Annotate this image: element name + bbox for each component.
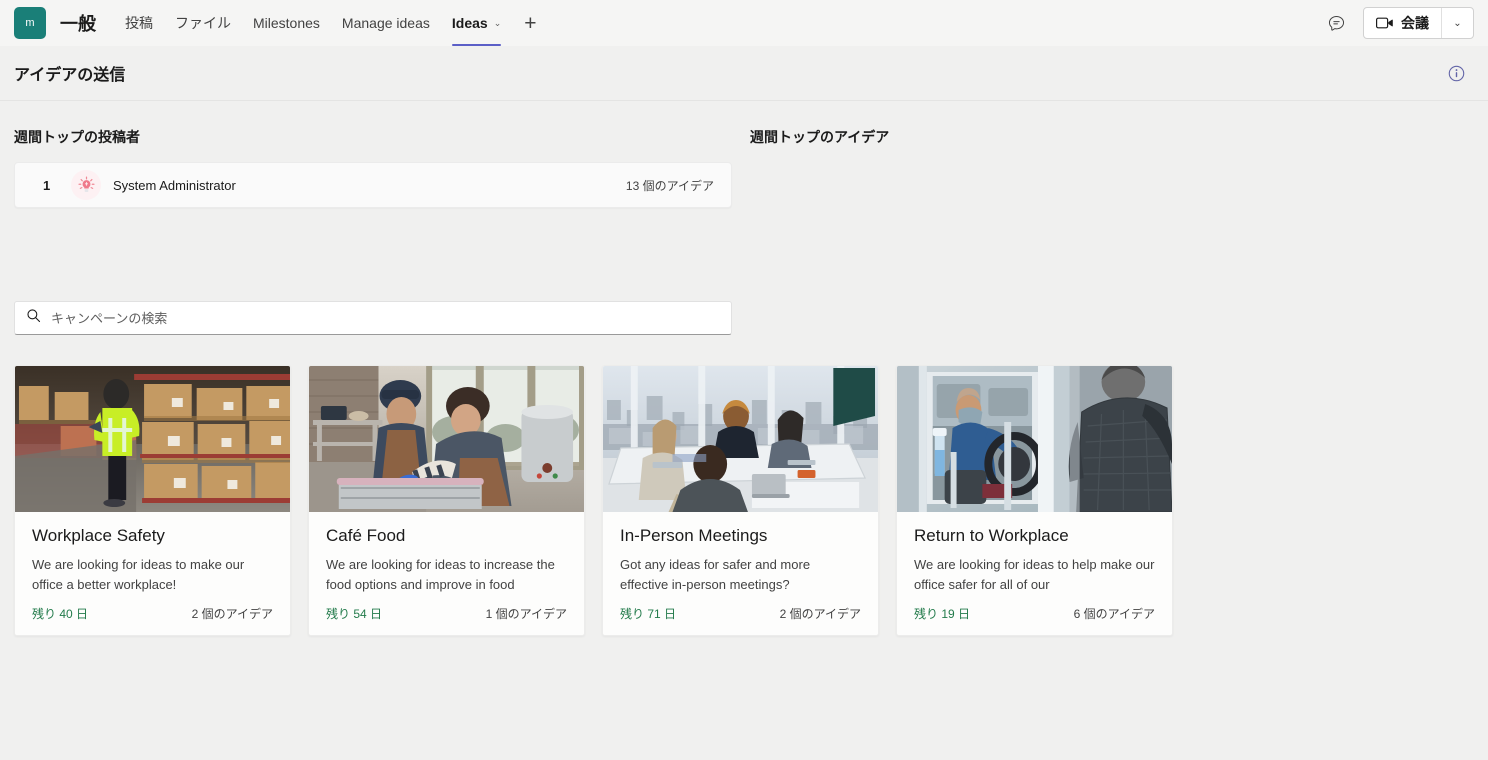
info-icon[interactable] <box>1447 64 1466 83</box>
page-title: アイデアの送信 <box>14 67 126 84</box>
tab-posts-label: 投稿 <box>125 15 153 31</box>
leaderboard-idea-count: 13 個のアイデア <box>625 178 714 193</box>
campaign-title: Café Food <box>326 526 406 545</box>
channel-name: 一般 <box>60 14 96 34</box>
tab-ideas-label: Ideas <box>451 15 488 31</box>
campaign-card[interactable]: Return to Workplace We are looking for i… <box>896 365 1173 637</box>
video-camera-icon <box>1376 17 1393 29</box>
leaderboard-rank: 1 <box>43 177 51 193</box>
search-input[interactable] <box>51 310 720 326</box>
campaign-days-left: 残り 40 日 <box>32 607 89 622</box>
main-content: 週間トップの投稿者 1 System Administrator 13 個のアイ… <box>0 101 1488 637</box>
top-contributors-section: 週間トップの投稿者 1 System Administrator 13 個のアイ… <box>14 127 732 208</box>
top-contributors-title: 週間トップの投稿者 <box>14 129 140 145</box>
top-ideas-section: 週間トップのアイデア <box>750 127 1474 208</box>
campaign-idea-count: 6 個のアイデア <box>1073 607 1155 622</box>
cafe-kitchen-photo <box>309 366 584 512</box>
campaign-days-left: 残り 19 日 <box>914 607 971 622</box>
campaign-idea-count: 2 個のアイデア <box>779 607 861 622</box>
leaderboard-user-name: System Administrator <box>113 177 236 193</box>
tab-milestones[interactable]: Milestones <box>242 0 331 46</box>
app-header: アイデアの送信 <box>0 46 1488 101</box>
conference-room-photo <box>603 366 878 512</box>
campaign-title: In-Person Meetings <box>620 526 768 545</box>
summary-columns: 週間トップの投稿者 1 System Administrator 13 個のアイ… <box>14 127 1474 208</box>
tab-files[interactable]: ファイル <box>164 0 242 46</box>
campaign-days-left: 残り 71 日 <box>620 607 677 622</box>
campaign-meta: 残り 40 日 2 個のアイデア <box>32 605 273 622</box>
tab-ideas[interactable]: Ideas ⌄ <box>441 0 512 46</box>
meet-options-chevron-icon[interactable]: ⌄ <box>1441 8 1473 38</box>
campaign-idea-count: 1 個のアイデア <box>485 607 567 622</box>
campaign-card[interactable]: Café Food We are looking for ideas to in… <box>308 365 585 637</box>
chevron-down-icon[interactable]: ⌄ <box>494 18 502 28</box>
top-ideas-title: 週間トップのアイデア <box>750 129 890 145</box>
tab-manage-ideas-label: Manage ideas <box>341 15 430 31</box>
channel-tab-bar: m 一般 投稿 ファイル Milestones Manage ideas Ide… <box>0 0 1488 46</box>
add-tab-button[interactable]: + <box>512 13 548 34</box>
campaign-idea-count: 2 個のアイデア <box>191 607 273 622</box>
lightbulb-icon <box>71 170 101 200</box>
tab-list: 投稿 ファイル Milestones Manage ideas Ideas ⌄ … <box>114 0 549 46</box>
tab-milestones-label: Milestones <box>253 15 320 31</box>
campaign-description: We are looking for ideas to increase the… <box>326 557 555 592</box>
chat-bubble-icon[interactable] <box>1321 8 1351 38</box>
campaign-days-left: 残り 54 日 <box>326 607 383 622</box>
tab-manage-ideas[interactable]: Manage ideas <box>331 0 441 46</box>
warehouse-worker-photo <box>15 366 290 512</box>
campaign-card[interactable]: In-Person Meetings Got any ideas for saf… <box>602 365 879 637</box>
campaign-meta: 残り 71 日 2 個のアイデア <box>620 605 861 622</box>
campaign-title: Workplace Safety <box>32 526 165 545</box>
campaign-card-body: Café Food We are looking for ideas to in… <box>309 512 584 635</box>
campaign-card-body: In-Person Meetings Got any ideas for saf… <box>603 512 878 635</box>
campaign-description: Got any ideas for safer and more effecti… <box>620 557 811 592</box>
campaign-description: We are looking for ideas to help make ou… <box>914 557 1155 592</box>
campaign-title: Return to Workplace <box>914 526 1069 545</box>
meet-now-label: 会議 <box>1401 15 1429 31</box>
team-avatar[interactable]: m <box>14 7 46 39</box>
search-icon <box>26 308 41 328</box>
tab-posts[interactable]: 投稿 <box>114 0 164 46</box>
bus-driver-photo <box>897 366 1172 512</box>
tab-files-label: ファイル <box>175 15 231 31</box>
meet-now-button[interactable]: 会議 <box>1364 8 1441 38</box>
campaign-meta: 残り 54 日 1 個のアイデア <box>326 605 567 622</box>
leaderboard-row[interactable]: 1 System Administrator 13 個のアイデア <box>14 162 732 208</box>
search-section <box>14 301 1474 335</box>
topbar-actions: 会議 ⌄ <box>1321 7 1474 39</box>
campaign-description: We are looking for ideas to make our off… <box>32 557 245 592</box>
campaign-card-list: Workplace Safety We are looking for idea… <box>14 365 1474 637</box>
campaign-card-body: Return to Workplace We are looking for i… <box>897 512 1172 635</box>
campaign-search-box[interactable] <box>14 301 732 335</box>
campaign-card-body: Workplace Safety We are looking for idea… <box>15 512 290 635</box>
campaign-card[interactable]: Workplace Safety We are looking for idea… <box>14 365 291 637</box>
meet-button-group: 会議 ⌄ <box>1363 7 1474 39</box>
top-ideas-empty-state <box>750 162 1474 208</box>
campaign-meta: 残り 19 日 6 個のアイデア <box>914 605 1155 622</box>
